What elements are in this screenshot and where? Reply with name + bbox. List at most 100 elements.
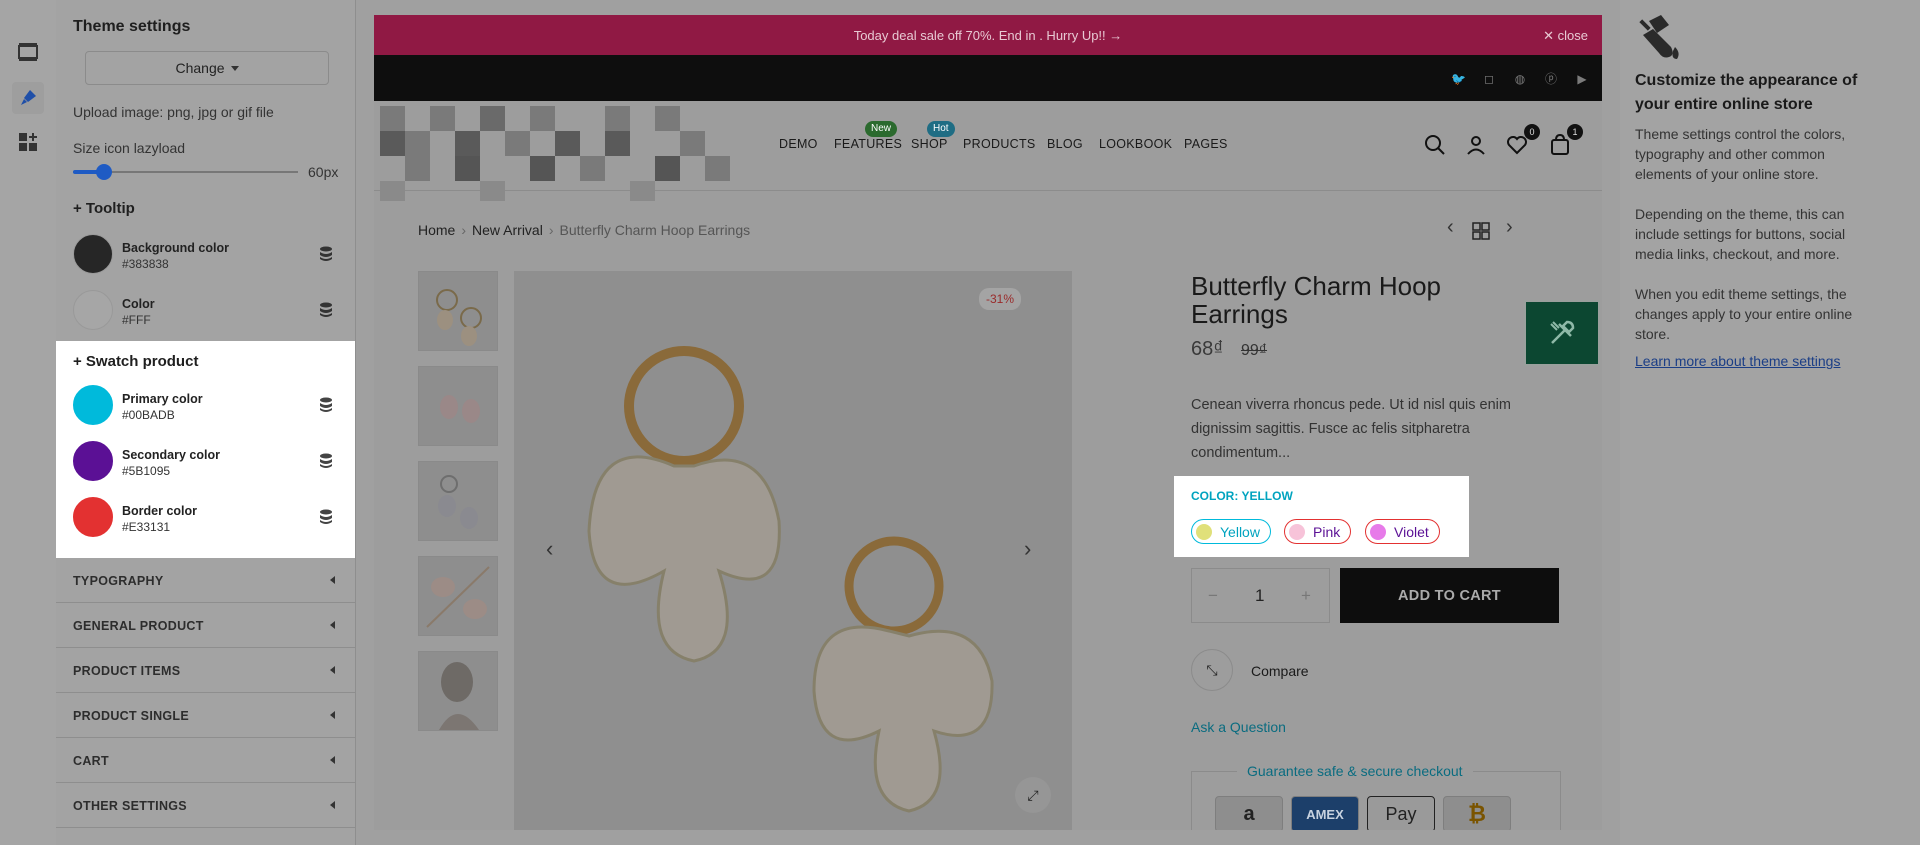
search-icon[interactable] xyxy=(1423,133,1447,157)
quantity-stepper[interactable]: − 1 + xyxy=(1191,568,1330,623)
product-thumbnail[interactable] xyxy=(418,461,498,541)
variant-pink[interactable]: Pink xyxy=(1284,519,1352,544)
compare-icon[interactable]: ⤡ xyxy=(1191,649,1233,691)
sections-icon[interactable] xyxy=(16,40,40,64)
color-swatch[interactable] xyxy=(73,290,113,330)
discount-badge: -31% xyxy=(979,288,1022,310)
section-label: PRODUCT ITEMS xyxy=(73,664,181,678)
variant-label: Violet xyxy=(1394,523,1429,540)
nav-demo[interactable]: DEMO xyxy=(779,137,818,151)
nav-products[interactable]: PRODUCTS xyxy=(963,137,1036,151)
breadcrumb-current: Butterfly Charm Hoop Earrings xyxy=(559,222,751,238)
section-label: GENERAL PRODUCT xyxy=(73,619,204,633)
store-header: DEMO New FEATURES Hot SHOP PRODUCTS BLOG… xyxy=(374,101,1602,201)
breadcrumb-category[interactable]: New Arrival xyxy=(472,222,543,238)
pinterest-icon[interactable]: ⓟ xyxy=(1544,72,1558,86)
nav-features[interactable]: FEATURES xyxy=(834,137,902,151)
color-swatch[interactable] xyxy=(73,385,113,425)
dribbble-icon[interactable]: ◍ xyxy=(1513,72,1527,86)
instagram-icon[interactable]: ◻ xyxy=(1482,72,1496,86)
wishlist-count: 0 xyxy=(1524,124,1540,140)
ask-question-link[interactable]: Ask a Question xyxy=(1191,719,1286,735)
size-slider-handle[interactable] xyxy=(96,164,112,180)
variant-yellow[interactable]: Yellow xyxy=(1191,519,1271,544)
compare-link[interactable]: Compare xyxy=(1251,663,1309,679)
next-product-icon[interactable]: › xyxy=(1506,216,1513,239)
database-icon[interactable] xyxy=(319,453,333,469)
border-color-row[interactable]: Border color #E33131 xyxy=(73,495,343,539)
variant-violet[interactable]: Violet xyxy=(1365,519,1440,544)
section-product-items[interactable]: PRODUCT ITEMS xyxy=(56,648,355,693)
secondary-color-row[interactable]: Secondary color #5B1095 xyxy=(73,439,343,483)
tooltip-color-row[interactable]: Color #FFF xyxy=(73,288,343,332)
youtube-icon[interactable]: ▶ xyxy=(1575,72,1589,86)
color-hex: #00BADB xyxy=(122,408,175,422)
color-swatch[interactable] xyxy=(73,497,113,537)
main-product-image[interactable] xyxy=(514,271,1072,830)
add-to-cart-button[interactable]: ADD TO CART xyxy=(1340,568,1559,623)
bitcoin-icon: ₿ xyxy=(1443,796,1511,830)
nav-lookbook[interactable]: LOOKBOOK xyxy=(1099,137,1172,151)
upload-hint: Upload image: png, jpg or gif file xyxy=(73,104,274,120)
app-rail xyxy=(0,0,56,845)
new-badge: New xyxy=(865,121,898,137)
nav-shop[interactable]: SHOP xyxy=(911,137,948,151)
product-thumbnail[interactable] xyxy=(418,556,498,636)
image-prev-icon[interactable]: ‹ xyxy=(546,536,553,562)
nav-pages[interactable]: PAGES xyxy=(1184,137,1228,151)
product-thumbnail[interactable] xyxy=(418,651,498,731)
caret-left-icon xyxy=(330,756,335,764)
expand-icon[interactable]: ⤢ xyxy=(1015,777,1051,813)
caret-left-icon xyxy=(330,801,335,809)
product-thumbnail[interactable] xyxy=(418,271,498,351)
qty-plus[interactable]: + xyxy=(1301,586,1311,606)
theme-settings-icon[interactable] xyxy=(12,82,44,114)
breadcrumb: Home › New Arrival › Butterfly Charm Hoop Ea… xyxy=(418,222,751,238)
database-icon[interactable] xyxy=(319,397,333,413)
learn-more-link[interactable]: Learn more about theme settings xyxy=(1635,353,1840,369)
prev-product-icon[interactable]: ‹ xyxy=(1447,216,1454,239)
section-cart[interactable]: CART xyxy=(56,738,355,783)
section-product-single[interactable]: PRODUCT SINGLE xyxy=(56,693,355,738)
product-old-price: 99₫ xyxy=(1241,342,1268,359)
section-other-settings[interactable]: OTHER SETTINGS xyxy=(56,783,355,828)
color-swatch[interactable] xyxy=(73,234,113,274)
color-name: Color xyxy=(122,297,155,311)
promo-close[interactable]: ✕ close xyxy=(1543,28,1588,44)
primary-color-row[interactable]: Primary color #00BADB xyxy=(73,383,343,427)
grid-icon[interactable] xyxy=(1472,222,1490,240)
size-label: Size icon lazyload xyxy=(73,140,186,156)
color-name: Primary color xyxy=(122,392,203,406)
database-icon[interactable] xyxy=(319,246,333,262)
caret-left-icon xyxy=(330,666,335,674)
image-next-icon[interactable]: › xyxy=(1024,536,1031,562)
amazon-pay-icon: a xyxy=(1215,796,1283,830)
section-general-product[interactable]: GENERAL PRODUCT xyxy=(56,603,355,648)
qty-value[interactable]: 1 xyxy=(1255,586,1264,606)
qty-minus[interactable]: − xyxy=(1208,586,1218,606)
tooltip-bg-color-row[interactable]: Background color #383838 xyxy=(73,232,343,276)
promo-text[interactable]: Today deal sale off 70%. End in . Hurry … xyxy=(854,28,1123,43)
apps-icon[interactable] xyxy=(16,130,40,154)
amex-icon: AMEX xyxy=(1291,796,1359,830)
tooltip-heading[interactable]: + Tooltip xyxy=(73,200,135,217)
info-panel: Customize the appearance of your entire … xyxy=(1620,0,1920,845)
product-title: Butterfly Charm Hoop Earrings xyxy=(1191,271,1441,329)
store-logo[interactable] xyxy=(380,106,750,201)
change-image-button[interactable]: Change xyxy=(85,51,329,85)
account-icon[interactable] xyxy=(1464,133,1488,157)
swatch-heading[interactable]: + Swatch product xyxy=(73,353,198,370)
social-bar: 🐦 ◻ ◍ ⓟ ▶ xyxy=(374,55,1602,101)
product-thumbnail[interactable] xyxy=(418,366,498,446)
info-paragraph-3: When you edit theme settings, the change… xyxy=(1635,286,1853,342)
nav-blog[interactable]: BLOG xyxy=(1047,137,1083,151)
database-icon[interactable] xyxy=(319,509,333,525)
paintbrush-icon xyxy=(1639,15,1679,59)
color-swatch[interactable] xyxy=(73,441,113,481)
tools-icon[interactable] xyxy=(1524,300,1600,366)
color-selector: COLOR: YELLOW Yellow Pink Violet xyxy=(1174,476,1469,557)
breadcrumb-home[interactable]: Home xyxy=(418,222,455,238)
database-icon[interactable] xyxy=(319,302,333,318)
twitter-icon[interactable]: 🐦 xyxy=(1451,72,1466,86)
section-typography[interactable]: TYPOGRAPHY xyxy=(56,558,355,603)
